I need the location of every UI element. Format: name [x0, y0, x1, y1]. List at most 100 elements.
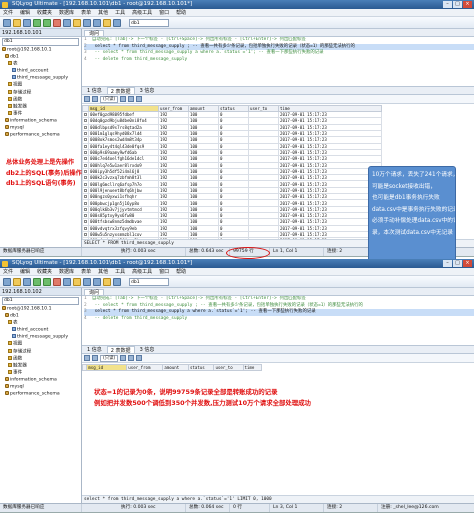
save-icon[interactable]	[23, 18, 31, 27]
grid-view-icon[interactable]	[84, 96, 90, 102]
text-view-icon[interactable]	[92, 96, 98, 102]
refresh-icon[interactable]	[63, 277, 71, 286]
tree-node-server[interactable]: root@192.168.10.1	[2, 47, 81, 54]
tree-node-table[interactable]: third_message_supply	[2, 75, 81, 82]
execute-all-icon[interactable]	[43, 18, 51, 27]
tree-node-events[interactable]: 事件	[2, 110, 81, 118]
database-dropdown[interactable]: db1	[129, 277, 169, 286]
open-folder-icon[interactable]	[13, 18, 21, 27]
new-connection-icon[interactable]	[3, 18, 11, 27]
connection-tab[interactable]: 192.168.10.101	[0, 29, 81, 37]
tree-node-db[interactable]: db1	[2, 313, 81, 320]
menu-item[interactable]: 高级工具	[132, 268, 152, 275]
export-icon[interactable]	[128, 96, 135, 102]
copy-icon[interactable]	[136, 96, 143, 102]
menu-item[interactable]: 帮助	[176, 9, 186, 16]
sql-editor[interactable]: 1 自动完成: [Tab]-> 下一个标签 - [Ctrl+Space]-> 列出…	[82, 296, 474, 344]
tree-node-table[interactable]: third_account	[2, 327, 81, 334]
filter-icon[interactable]	[120, 96, 127, 102]
maximize-button[interactable]: □	[453, 1, 462, 8]
menu-item[interactable]: 高级工具	[132, 9, 152, 16]
maximize-button[interactable]: □	[453, 260, 462, 267]
tree-node-db[interactable]: information_schema	[2, 117, 81, 125]
menu-item[interactable]: 数据库	[59, 9, 74, 16]
tree-node-db[interactable]: information_schema	[2, 376, 81, 384]
column-header[interactable]: user_to	[213, 364, 244, 371]
grid-view-icon[interactable]	[84, 355, 90, 361]
tree-node-server[interactable]: root@192.168.10.1	[2, 306, 81, 313]
backup-icon[interactable]	[73, 277, 81, 286]
tab-query[interactable]: 询问	[84, 30, 105, 37]
menu-item[interactable]: 窗口	[159, 9, 169, 16]
save-icon[interactable]	[23, 277, 31, 286]
tree-node-functions[interactable]: 函数	[2, 355, 81, 363]
menu-item[interactable]: 收藏夹	[37, 9, 52, 16]
tree-node-tables[interactable]: 表	[2, 320, 81, 327]
menu-item[interactable]: 文件	[3, 268, 13, 275]
tab-info-2[interactable]: 3 信息	[137, 87, 158, 94]
tree-node-triggers[interactable]: 触发器	[2, 103, 81, 111]
stop-icon[interactable]	[53, 18, 61, 27]
user-manager-icon[interactable]	[113, 277, 121, 286]
menu-item[interactable]: 帮助	[176, 268, 186, 275]
tree-node-views[interactable]: 视图	[2, 341, 81, 348]
tab-info[interactable]: 1 信息	[84, 346, 105, 353]
column-header[interactable]: user_from	[126, 364, 164, 371]
menu-item[interactable]: 工具	[115, 268, 125, 275]
filter-input[interactable]: db1	[2, 38, 79, 46]
minimize-button[interactable]: –	[443, 260, 452, 267]
menu-item[interactable]: 编辑	[20, 268, 30, 275]
tree-node-db[interactable]: performance_schema	[2, 391, 81, 398]
tree-node-triggers[interactable]: 触发器	[2, 362, 81, 370]
tree-node-procedures[interactable]: 存储过程	[2, 348, 81, 356]
tree-node-db[interactable]: performance_schema	[2, 132, 81, 139]
tab-info[interactable]: 1 信息	[84, 87, 105, 94]
refresh-icon[interactable]	[63, 18, 71, 27]
text-view-icon[interactable]	[92, 355, 98, 361]
menu-item[interactable]: 编辑	[20, 9, 30, 16]
sync-icon[interactable]	[103, 277, 111, 286]
export-icon[interactable]	[128, 355, 135, 361]
user-manager-icon[interactable]	[113, 18, 121, 27]
close-button[interactable]: ×	[463, 1, 472, 8]
readonly-dropdown[interactable]: (只读)	[100, 354, 119, 362]
schema-icon[interactable]	[93, 277, 101, 286]
tree-node-db[interactable]: db1	[2, 54, 81, 61]
sql-editor[interactable]: 1 自动完成: [Tab]-> 下一个标签 - [Ctrl+Space]-> 列出…	[82, 37, 474, 85]
tree-node-table[interactable]: third_message_supply	[2, 334, 81, 341]
tab-table-data[interactable]: 2 表数据	[106, 87, 135, 95]
filter-input[interactable]: db1	[2, 297, 79, 305]
new-connection-icon[interactable]	[3, 277, 11, 286]
tab-table-data[interactable]: 2 表数据	[106, 346, 135, 354]
backup-icon[interactable]	[73, 18, 81, 27]
tree-node-table[interactable]: third_account	[2, 68, 81, 75]
tab-info-2[interactable]: 3 信息	[137, 346, 158, 353]
menu-item[interactable]: 工具	[115, 9, 125, 16]
column-header[interactable]: msg_id	[86, 364, 128, 371]
tree-node-views[interactable]: 视图	[2, 82, 81, 89]
sync-icon[interactable]	[103, 18, 111, 27]
execute-query-icon[interactable]	[33, 277, 41, 286]
tab-query[interactable]: 询问	[84, 289, 105, 296]
execute-all-icon[interactable]	[43, 277, 51, 286]
filter-icon[interactable]	[120, 355, 127, 361]
menu-item[interactable]: 窗口	[159, 268, 169, 275]
column-header[interactable]: status	[187, 364, 215, 371]
tree-node-procedures[interactable]: 存储过程	[2, 89, 81, 97]
readonly-dropdown[interactable]: (只读)	[100, 95, 119, 103]
schema-icon[interactable]	[93, 18, 101, 27]
menu-item[interactable]: 表单	[81, 9, 91, 16]
copy-icon[interactable]	[136, 355, 143, 361]
menu-item[interactable]: 表单	[81, 268, 91, 275]
tree-node-tables[interactable]: 表	[2, 61, 81, 68]
menu-item[interactable]: 其他	[98, 268, 108, 275]
open-folder-icon[interactable]	[13, 277, 21, 286]
menu-item[interactable]: 其他	[98, 9, 108, 16]
column-header[interactable]: amount	[162, 364, 189, 371]
tree-node-functions[interactable]: 函数	[2, 96, 81, 104]
close-button[interactable]: ×	[463, 260, 472, 267]
menu-item[interactable]: 文件	[3, 9, 13, 16]
minimize-button[interactable]: –	[443, 1, 452, 8]
stop-icon[interactable]	[53, 277, 61, 286]
connection-tab[interactable]: 192.168.10.102	[0, 288, 81, 296]
